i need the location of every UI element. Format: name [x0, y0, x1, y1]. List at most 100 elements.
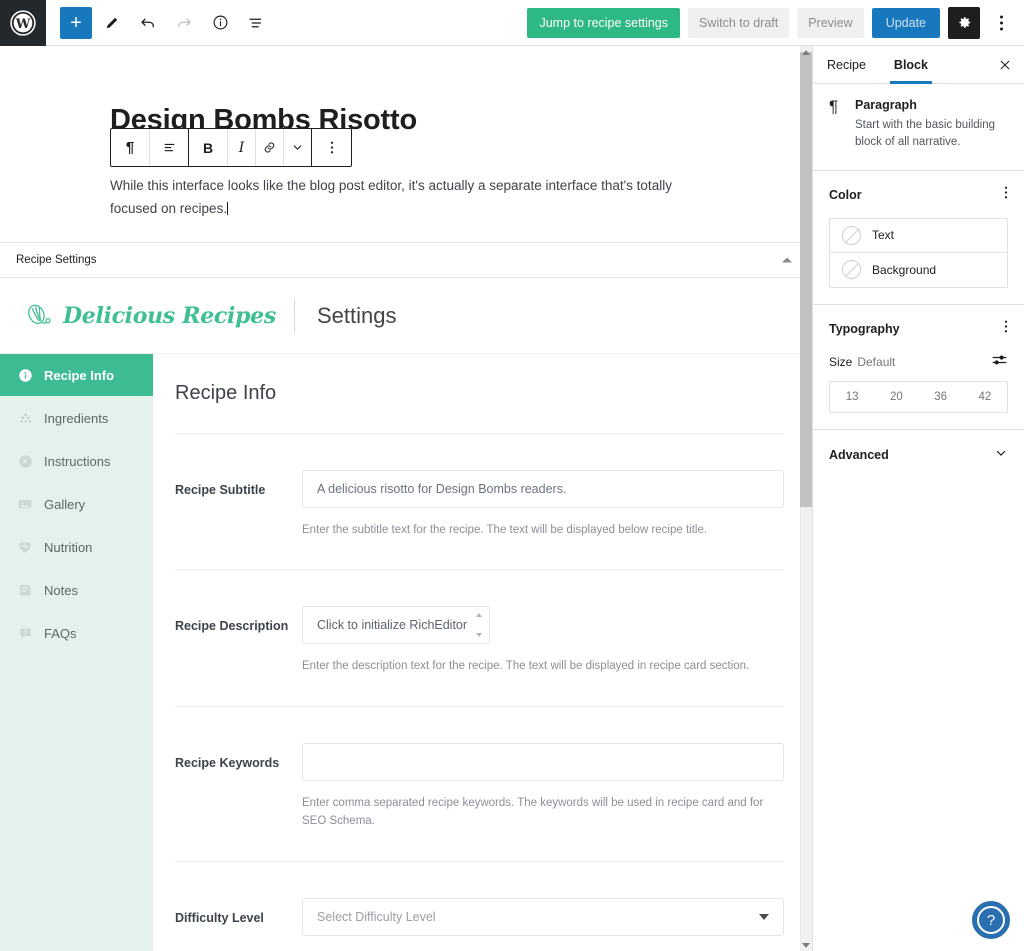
richeditor-placeholder: Click to initialize RichEditor [317, 618, 468, 633]
update-button[interactable]: Update [871, 7, 940, 38]
svg-text:?: ? [23, 630, 27, 636]
gallery-image-icon [17, 496, 33, 512]
preview-button[interactable]: Preview [797, 7, 864, 38]
settings-heading: Settings [316, 302, 397, 328]
color-options-list: Text Background [829, 217, 1008, 288]
help-glyph: ? [977, 906, 1005, 934]
recipe-keywords-input[interactable] [302, 742, 784, 781]
ingredients-dots-icon [17, 410, 33, 426]
sidebar-item-recipe-info[interactable]: Recipe Info [0, 354, 153, 396]
typography-section: Typography Size Default 13 20 36 42 [813, 305, 1024, 430]
none-swatch-icon [842, 260, 861, 279]
help-question-icon[interactable]: ? [972, 901, 1010, 939]
page-title: Recipe Info [175, 382, 277, 404]
sidebar-item-instructions[interactable]: Instructions [0, 440, 153, 482]
align-text-icon[interactable] [150, 129, 189, 166]
sidebar-item-ingredients[interactable]: Ingredients [0, 397, 153, 439]
sidebar-item-nutrition[interactable]: Nutrition [0, 526, 153, 568]
delicious-recipes-header: Delicious Recipes Settings [0, 278, 812, 354]
tab-recipe[interactable]: Recipe [813, 46, 880, 83]
sidebar-item-notes[interactable]: Notes [0, 569, 153, 611]
sidebar-item-label: Instructions [44, 453, 111, 469]
font-size-value: Default [857, 355, 896, 369]
scroll-down-arrow-icon[interactable] [800, 939, 812, 951]
spinner-up-icon[interactable] [476, 613, 482, 618]
block-title: Paragraph [855, 98, 917, 112]
brand-name: Delicious Recipes [63, 302, 276, 329]
toolbar-right-group: Jump to recipe settings Switch to draft … [527, 6, 1024, 39]
block-toolbar: ¶ B I [110, 128, 352, 167]
block-settings-sidebar: Recipe Block ¶ Paragraph Start with the … [812, 46, 1024, 951]
add-block-button[interactable]: + [60, 6, 92, 39]
sidebar-item-label: Gallery [44, 496, 86, 512]
font-size-option-20[interactable]: 20 [874, 391, 918, 403]
recipe-settings-body: Recipe Info Ingredients Instructions Gal… [0, 354, 812, 951]
more-formatting-chevron-icon[interactable] [284, 129, 312, 166]
link-icon[interactable] [256, 129, 284, 166]
info-circle-icon [17, 367, 33, 383]
block-options-kebab-icon[interactable] [312, 129, 351, 166]
recipe-settings-label: Recipe Settings [16, 254, 97, 266]
editor-canvas: Design Bombs Risotto ¶ B I While this in… [0, 46, 812, 951]
sidebar-item-gallery[interactable]: Gallery [0, 483, 153, 525]
post-paragraph-text: While this interface looks like the blog… [110, 178, 672, 217]
toolbar-left-group: + [46, 6, 272, 39]
font-size-option-13[interactable]: 13 [830, 391, 874, 403]
switch-to-draft-button[interactable]: Switch to draft [688, 7, 790, 38]
post-content-area: Design Bombs Risotto ¶ B I While this in… [0, 46, 812, 242]
kebab-menu-icon[interactable] [988, 7, 1014, 39]
color-row-background[interactable]: Background [830, 253, 1007, 287]
scroll-up-arrow-icon[interactable] [800, 46, 812, 58]
post-paragraph-block[interactable]: While this interface looks like the blog… [110, 174, 690, 220]
difficulty-level-value: Select Difficulty Level [317, 909, 436, 924]
field-label: Recipe Keywords [175, 755, 280, 770]
recipe-subtitle-input[interactable] [302, 470, 784, 508]
instructions-arrow-circle-icon [17, 453, 33, 469]
color-options-kebab-icon[interactable] [1004, 185, 1008, 205]
nutrition-heart-icon [17, 539, 33, 555]
tab-block[interactable]: Block [880, 46, 942, 84]
field-label: Recipe Description [175, 619, 289, 634]
sidebar-item-label: Ingredients [44, 410, 109, 426]
edit-pencil-icon[interactable] [96, 7, 128, 39]
none-swatch-icon [842, 225, 861, 245]
close-icon[interactable] [986, 46, 1024, 83]
font-size-row: Size Default [829, 353, 1008, 372]
bold-icon[interactable]: B [189, 129, 228, 166]
difficulty-level-select[interactable]: Select Difficulty Level [302, 897, 784, 936]
jump-to-recipe-settings-button[interactable]: Jump to recipe settings [527, 7, 681, 38]
paragraph-block-type-icon[interactable]: ¶ [111, 129, 150, 166]
font-size-option-42[interactable]: 42 [963, 391, 1007, 403]
undo-icon[interactable] [132, 7, 164, 39]
typography-section-title: Typography [829, 321, 900, 336]
field-help: Enter the description text for the recip… [302, 660, 750, 673]
field-help: Enter comma separated recipe keywords. T… [302, 796, 764, 828]
sidebar-item-label: Recipe Info [44, 367, 115, 383]
gear-icon[interactable] [948, 6, 980, 39]
recipe-description-richeditor[interactable]: Click to initialize RichEditor [302, 606, 490, 645]
list-view-icon[interactable] [240, 7, 272, 39]
block-description: Start with the basic building block of a… [855, 119, 995, 149]
richeditor-resize-spinner[interactable] [473, 611, 485, 639]
recipe-info-pane: Recipe Info Recipe Subtitle Enter the su… [153, 354, 812, 951]
italic-icon[interactable]: I [228, 129, 256, 166]
font-size-option-36[interactable]: 36 [919, 391, 963, 403]
wordpress-logo-icon[interactable]: W [0, 0, 46, 46]
color-row-text[interactable]: Text [830, 219, 1007, 253]
sidebar-item-faqs[interactable]: ? FAQs [0, 612, 153, 654]
spinner-down-icon[interactable] [476, 633, 482, 638]
block-info: ¶ Paragraph Start with the basic buildin… [813, 84, 1024, 171]
chevron-down-icon [759, 913, 769, 920]
recipe-settings-sidebar: Recipe Info Ingredients Instructions Gal… [0, 354, 153, 951]
details-info-icon[interactable] [204, 7, 236, 39]
page-scroll-thumb[interactable] [800, 52, 812, 507]
size-slider-icon[interactable] [991, 353, 1008, 372]
chevron-down-icon [994, 446, 1008, 465]
wordpress-recipe-editor: W + Jump to recipe settings Switch to dr… [0, 0, 1024, 951]
collapse-caret-icon[interactable] [782, 257, 792, 263]
advanced-section-toggle[interactable]: Advanced [813, 430, 1024, 481]
font-size-label: Size [829, 355, 853, 369]
typography-options-kebab-icon[interactable] [1004, 319, 1008, 339]
sidebar-tabs: Recipe Block [813, 46, 1024, 84]
faq-chat-icon: ? [17, 625, 33, 641]
